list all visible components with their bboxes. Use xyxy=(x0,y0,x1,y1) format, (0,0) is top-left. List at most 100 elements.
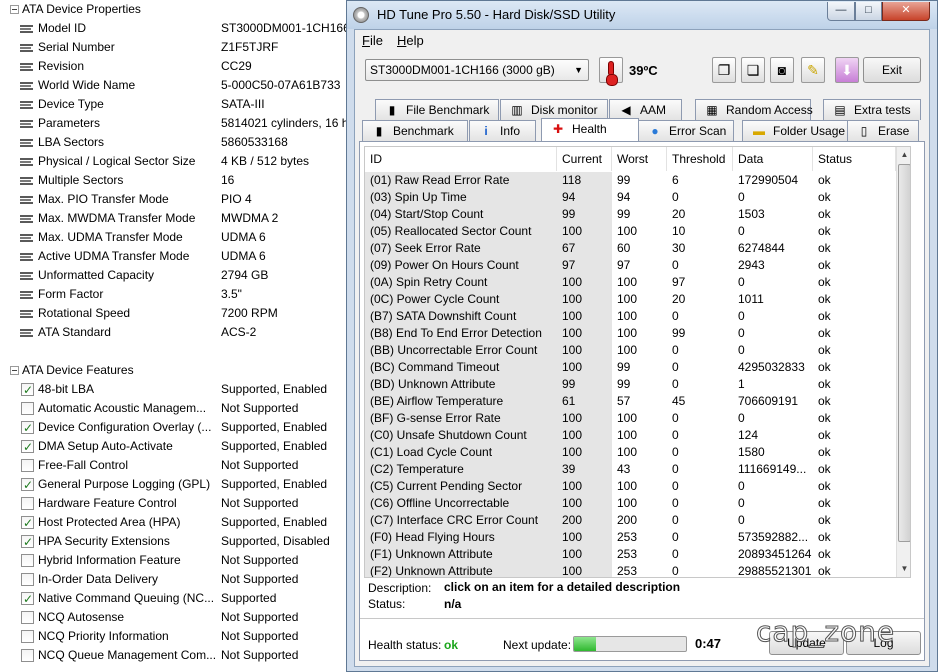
property-row[interactable]: Max. MWDMA Transfer Mode MWDMA 2 xyxy=(0,209,346,228)
feature-checkbox[interactable] xyxy=(21,554,34,567)
feature-checkbox[interactable] xyxy=(21,381,34,400)
table-row[interactable]: (C6) Offline Uncorrectable 100 100 0 0 ok xyxy=(365,495,910,512)
feature-row[interactable]: Automatic Acoustic Managem... Not Support… xyxy=(0,399,346,418)
table-row[interactable]: (B8) End To End Error Detection 100 100 99 0… xyxy=(365,325,910,342)
property-row[interactable]: Form Factor 3.5" xyxy=(0,285,346,304)
table-row[interactable]: (05) Reallocated Sector Count 100 100 10 0 ok xyxy=(365,223,910,240)
feature-row[interactable]: 48-bit LBA Supported, Enabled xyxy=(0,380,346,400)
table-row[interactable]: (03) Spin Up Time 94 94 0 0 ok xyxy=(365,189,910,206)
feature-checkbox[interactable] xyxy=(21,438,34,457)
collapse-icon[interactable] xyxy=(10,5,19,14)
feature-row[interactable]: NCQ Priority Information Not Supported xyxy=(0,627,346,646)
copy-all-button[interactable]: ❏ xyxy=(741,57,765,83)
tab-disk-monitor[interactable]: ▥ Disk monitor xyxy=(500,99,608,120)
feature-row[interactable]: Hardware Feature Control Not Supported xyxy=(0,494,346,513)
feature-checkbox[interactable] xyxy=(21,402,34,415)
feature-row[interactable]: In-Order Data Delivery Not Supported xyxy=(0,570,346,589)
table-row[interactable]: (BE) Airflow Temperature 61 57 45 706609191 o… xyxy=(365,393,910,410)
feature-row[interactable]: HPA Security Extensions Supported, Disabl… xyxy=(0,532,346,552)
feature-row[interactable]: General Purpose Logging (GPL) Supported, … xyxy=(0,475,346,495)
property-row[interactable]: World Wide Name 5-000C50-07A61B733 xyxy=(0,76,346,95)
scroll-up-icon[interactable]: ▲ xyxy=(897,147,910,163)
feature-row[interactable]: Native Command Queuing (NC... Supported xyxy=(0,589,346,609)
menu-file[interactable]: File xyxy=(362,33,383,48)
exit-button[interactable]: Exit xyxy=(863,57,921,83)
feature-row[interactable]: Host Protected Area (HPA) Supported, Enab… xyxy=(0,513,346,533)
table-row[interactable]: (01) Raw Read Error Rate 118 99 6 172990504 o… xyxy=(365,172,910,189)
feature-checkbox[interactable] xyxy=(21,590,34,609)
property-row[interactable]: Multiple Sectors 16 xyxy=(0,171,346,190)
screenshot-button[interactable]: ◙ xyxy=(770,57,794,83)
table-row[interactable]: (C0) Unsafe Shutdown Count 100 100 0 124 ok xyxy=(365,427,910,444)
property-row[interactable]: Active UDMA Transfer Mode UDMA 6 xyxy=(0,247,346,266)
maximize-button[interactable]: □ xyxy=(855,2,882,21)
tab-file-benchmark[interactable]: ▮ File Benchmark xyxy=(375,99,499,120)
table-row[interactable]: (07) Seek Error Rate 67 60 30 6274844 ok xyxy=(365,240,910,257)
tab-folder-usage[interactable]: ▬ Folder Usage xyxy=(742,120,849,141)
property-row[interactable]: Rotational Speed 7200 RPM xyxy=(0,304,346,323)
minimize-button[interactable]: — xyxy=(827,2,855,21)
feature-checkbox[interactable] xyxy=(21,573,34,586)
copy-info-button[interactable]: ❐ xyxy=(712,57,736,83)
tab-extra-tests[interactable]: ▤ Extra tests xyxy=(823,99,921,120)
table-row[interactable]: (BF) G-sense Error Rate 100 100 0 0 ok xyxy=(365,410,910,427)
property-row[interactable]: Model ID ST3000DM001-1CH166 xyxy=(0,19,346,38)
property-row[interactable]: Parameters 5814021 cylinders, 16 he xyxy=(0,114,346,133)
table-row[interactable]: (C1) Load Cycle Count 100 100 0 1580 ok xyxy=(365,444,910,461)
tab-benchmark[interactable]: ▮ Benchmark xyxy=(362,120,468,141)
property-row[interactable]: Physical / Logical Sector Size 4 KB / 512… xyxy=(0,152,346,171)
property-row[interactable]: Max. PIO Transfer Mode PIO 4 xyxy=(0,190,346,209)
property-row[interactable]: ATA Standard ACS-2 xyxy=(0,323,346,342)
table-row[interactable]: (0A) Spin Retry Count 100 100 97 0 ok xyxy=(365,274,910,291)
tab-aam[interactable]: ◀ AAM xyxy=(609,99,682,120)
tab-error-scan[interactable]: ● Error Scan xyxy=(638,120,734,141)
property-row[interactable]: Device Type SATA-III xyxy=(0,95,346,114)
tab-health[interactable]: ✚ Health xyxy=(541,118,639,141)
table-row[interactable]: (04) Start/Stop Count 99 99 20 1503 ok xyxy=(365,206,910,223)
table-row[interactable]: (C2) Temperature 39 43 0 111669149... ok xyxy=(365,461,910,478)
table-row[interactable]: (BD) Unknown Attribute 99 99 0 1 ok xyxy=(365,376,910,393)
table-row[interactable]: (C5) Current Pending Sector 100 100 0 0 ok xyxy=(365,478,910,495)
property-row[interactable]: Unformatted Capacity 2794 GB xyxy=(0,266,346,285)
table-row[interactable]: (0C) Power Cycle Count 100 100 20 1011 ok xyxy=(365,291,910,308)
save-button[interactable]: ⬇ xyxy=(835,57,859,83)
property-row[interactable]: Max. UDMA Transfer Mode UDMA 6 xyxy=(0,228,346,247)
column-header-data[interactable]: Data xyxy=(733,147,813,171)
scroll-down-icon[interactable]: ▼ xyxy=(897,561,910,577)
column-header-id[interactable]: ID xyxy=(365,147,557,171)
menu-help[interactable]: Help xyxy=(397,33,424,48)
table-row[interactable]: (F1) Unknown Attribute 100 253 0 20893451264… xyxy=(365,546,910,563)
column-header-threshold[interactable]: Threshold xyxy=(667,147,733,171)
feature-row[interactable]: NCQ Autosense Not Supported xyxy=(0,608,346,627)
property-row[interactable]: LBA Sectors 5860533168 xyxy=(0,133,346,152)
feature-row[interactable]: Free-Fall Control Not Supported xyxy=(0,456,346,475)
feature-checkbox[interactable] xyxy=(21,533,34,552)
table-row[interactable]: (BB) Uncorrectable Error Count 100 100 0 0 ok xyxy=(365,342,910,359)
table-row[interactable]: (C7) Interface CRC Error Count 200 200 0 0 ok xyxy=(365,512,910,529)
collapse-icon[interactable] xyxy=(10,366,19,375)
table-row[interactable]: (F2) Unknown Attribute 100 253 0 29885521301… xyxy=(365,563,910,577)
vertical-scrollbar[interactable]: ▲ ▼ xyxy=(896,147,910,577)
feature-row[interactable]: DMA Setup Auto-Activate Supported, Enable… xyxy=(0,437,346,457)
table-row[interactable]: (09) Power On Hours Count 97 97 0 2943 ok xyxy=(365,257,910,274)
feature-row[interactable]: Device Configuration Overlay (... Support… xyxy=(0,418,346,438)
tab-random-access[interactable]: ▦ Random Access xyxy=(695,99,813,120)
close-button[interactable]: ✕ xyxy=(882,2,930,21)
feature-checkbox[interactable] xyxy=(21,419,34,438)
title-bar[interactable]: HD Tune Pro 5.50 - Hard Disk/SSD Utility… xyxy=(347,1,937,29)
feature-checkbox[interactable] xyxy=(21,497,34,510)
table-row[interactable]: (BC) Command Timeout 100 99 0 4295032833 ok xyxy=(365,359,910,376)
property-row[interactable]: Serial Number Z1F5TJRF xyxy=(0,38,346,57)
feature-checkbox[interactable] xyxy=(21,649,34,662)
temperature-button[interactable] xyxy=(599,57,623,86)
property-row[interactable]: Revision CC29 xyxy=(0,57,346,76)
table-row[interactable]: (F0) Head Flying Hours 100 253 0 573592882..… xyxy=(365,529,910,546)
column-header-worst[interactable]: Worst xyxy=(612,147,667,171)
drive-select[interactable]: ST3000DM001-1CH166 (3000 gB) ▼ xyxy=(365,59,589,81)
feature-row[interactable]: Hybrid Information Feature Not Supported xyxy=(0,551,346,570)
feature-checkbox[interactable] xyxy=(21,476,34,495)
scroll-thumb[interactable] xyxy=(898,164,910,542)
feature-checkbox[interactable] xyxy=(21,611,34,624)
column-header-current[interactable]: Current xyxy=(557,147,612,171)
options-button[interactable]: ✎ xyxy=(801,57,825,83)
